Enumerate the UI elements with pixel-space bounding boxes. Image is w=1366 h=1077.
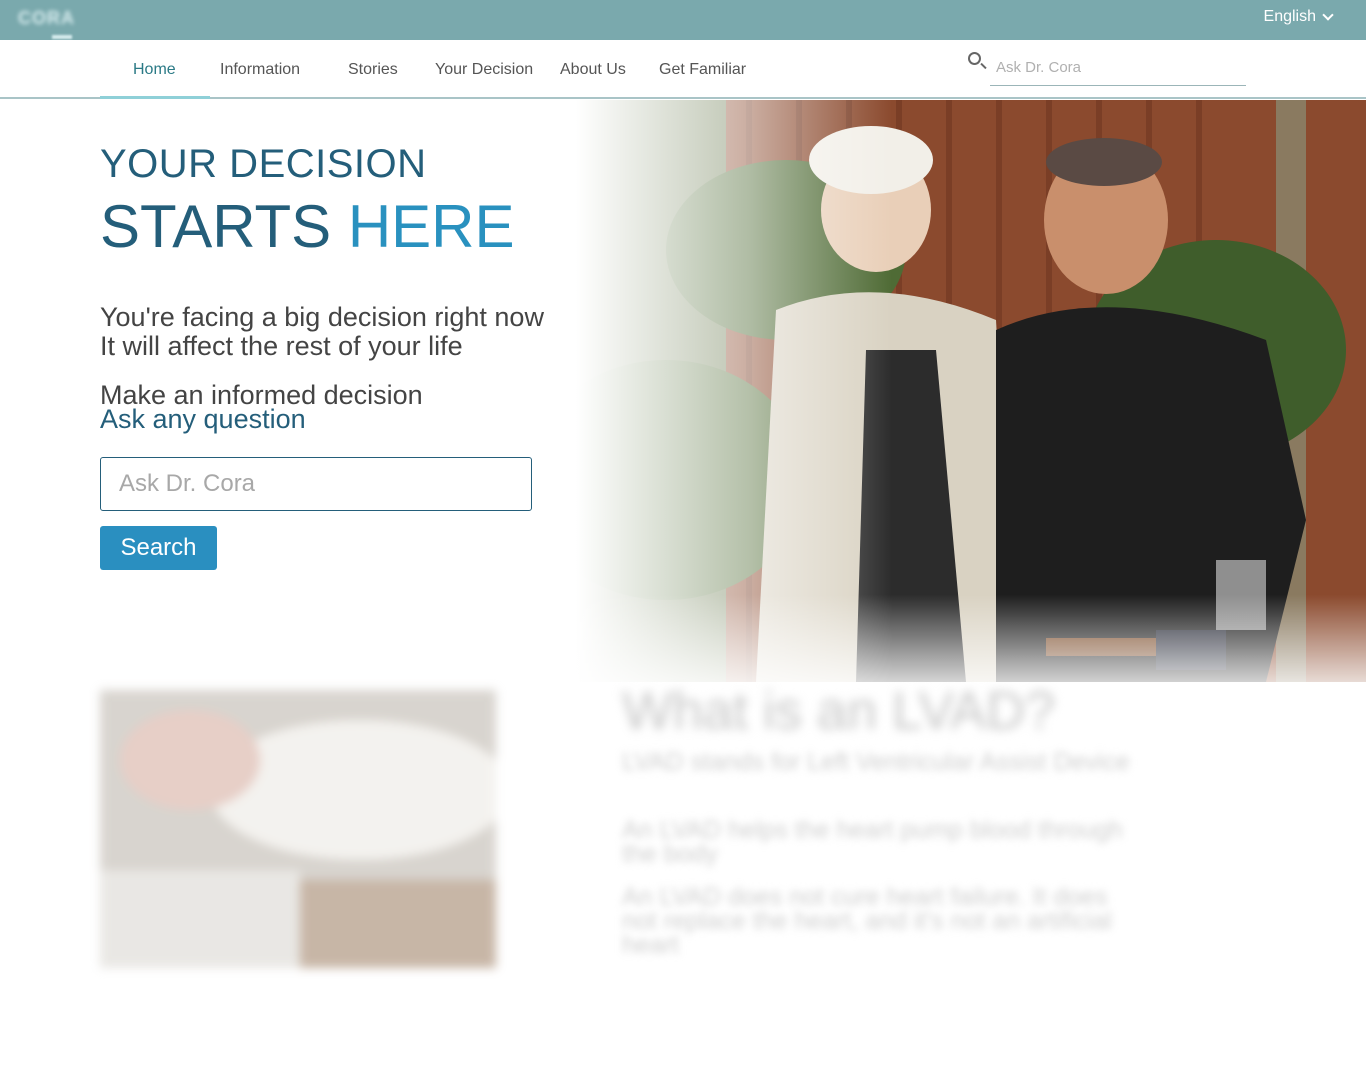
nav-item-your-decision[interactable]: Your Decision (435, 61, 533, 79)
search-button[interactable]: Search (100, 526, 217, 570)
chevron-down-icon (1322, 9, 1334, 21)
logo-tagline (52, 35, 72, 39)
nav-search-input[interactable] (990, 50, 1246, 86)
lvad-paragraph-2: An LVAD helps the heart pump blood throu… (622, 816, 1123, 868)
language-selector[interactable]: English (1263, 8, 1334, 26)
ask-question-link[interactable]: Ask any question (100, 404, 306, 435)
nav-search (966, 50, 1246, 86)
lvad-paragraph-1: LVAD stands for Left Ventricular Assist … (622, 748, 1130, 776)
active-nav-indicator (100, 96, 210, 99)
hero-title-accent: HERE (347, 193, 515, 260)
hero-image (576, 100, 1366, 682)
hero-search-input[interactable] (100, 457, 532, 511)
lvad-paragraph-3: An LVAD does not cure heart failure. It … (622, 883, 1112, 959)
lvad-image (100, 690, 496, 968)
nav-item-home[interactable]: Home (133, 61, 176, 79)
hero-text-line-2: It will affect the rest of your life (100, 331, 463, 361)
language-label: English (1263, 8, 1316, 25)
nav-item-get-familiar[interactable]: Get Familiar (659, 61, 746, 79)
hero-title-main: STARTS (100, 193, 332, 260)
nav-item-about-us[interactable]: About Us (560, 61, 626, 79)
search-icon[interactable] (968, 52, 981, 65)
top-bar: CORA English (0, 0, 1366, 40)
hero-title-line-2: STARTS HERE (100, 192, 515, 261)
lvad-heading: What is an LVAD? (622, 681, 1056, 741)
hero-title-line-1: YOUR DECISION (100, 142, 427, 186)
logo[interactable]: CORA (18, 8, 75, 29)
nav-item-stories[interactable]: Stories (348, 61, 398, 79)
nav-item-information[interactable]: Information (220, 61, 300, 79)
hero-text-line-1: You're facing a big decision right now (100, 302, 544, 332)
